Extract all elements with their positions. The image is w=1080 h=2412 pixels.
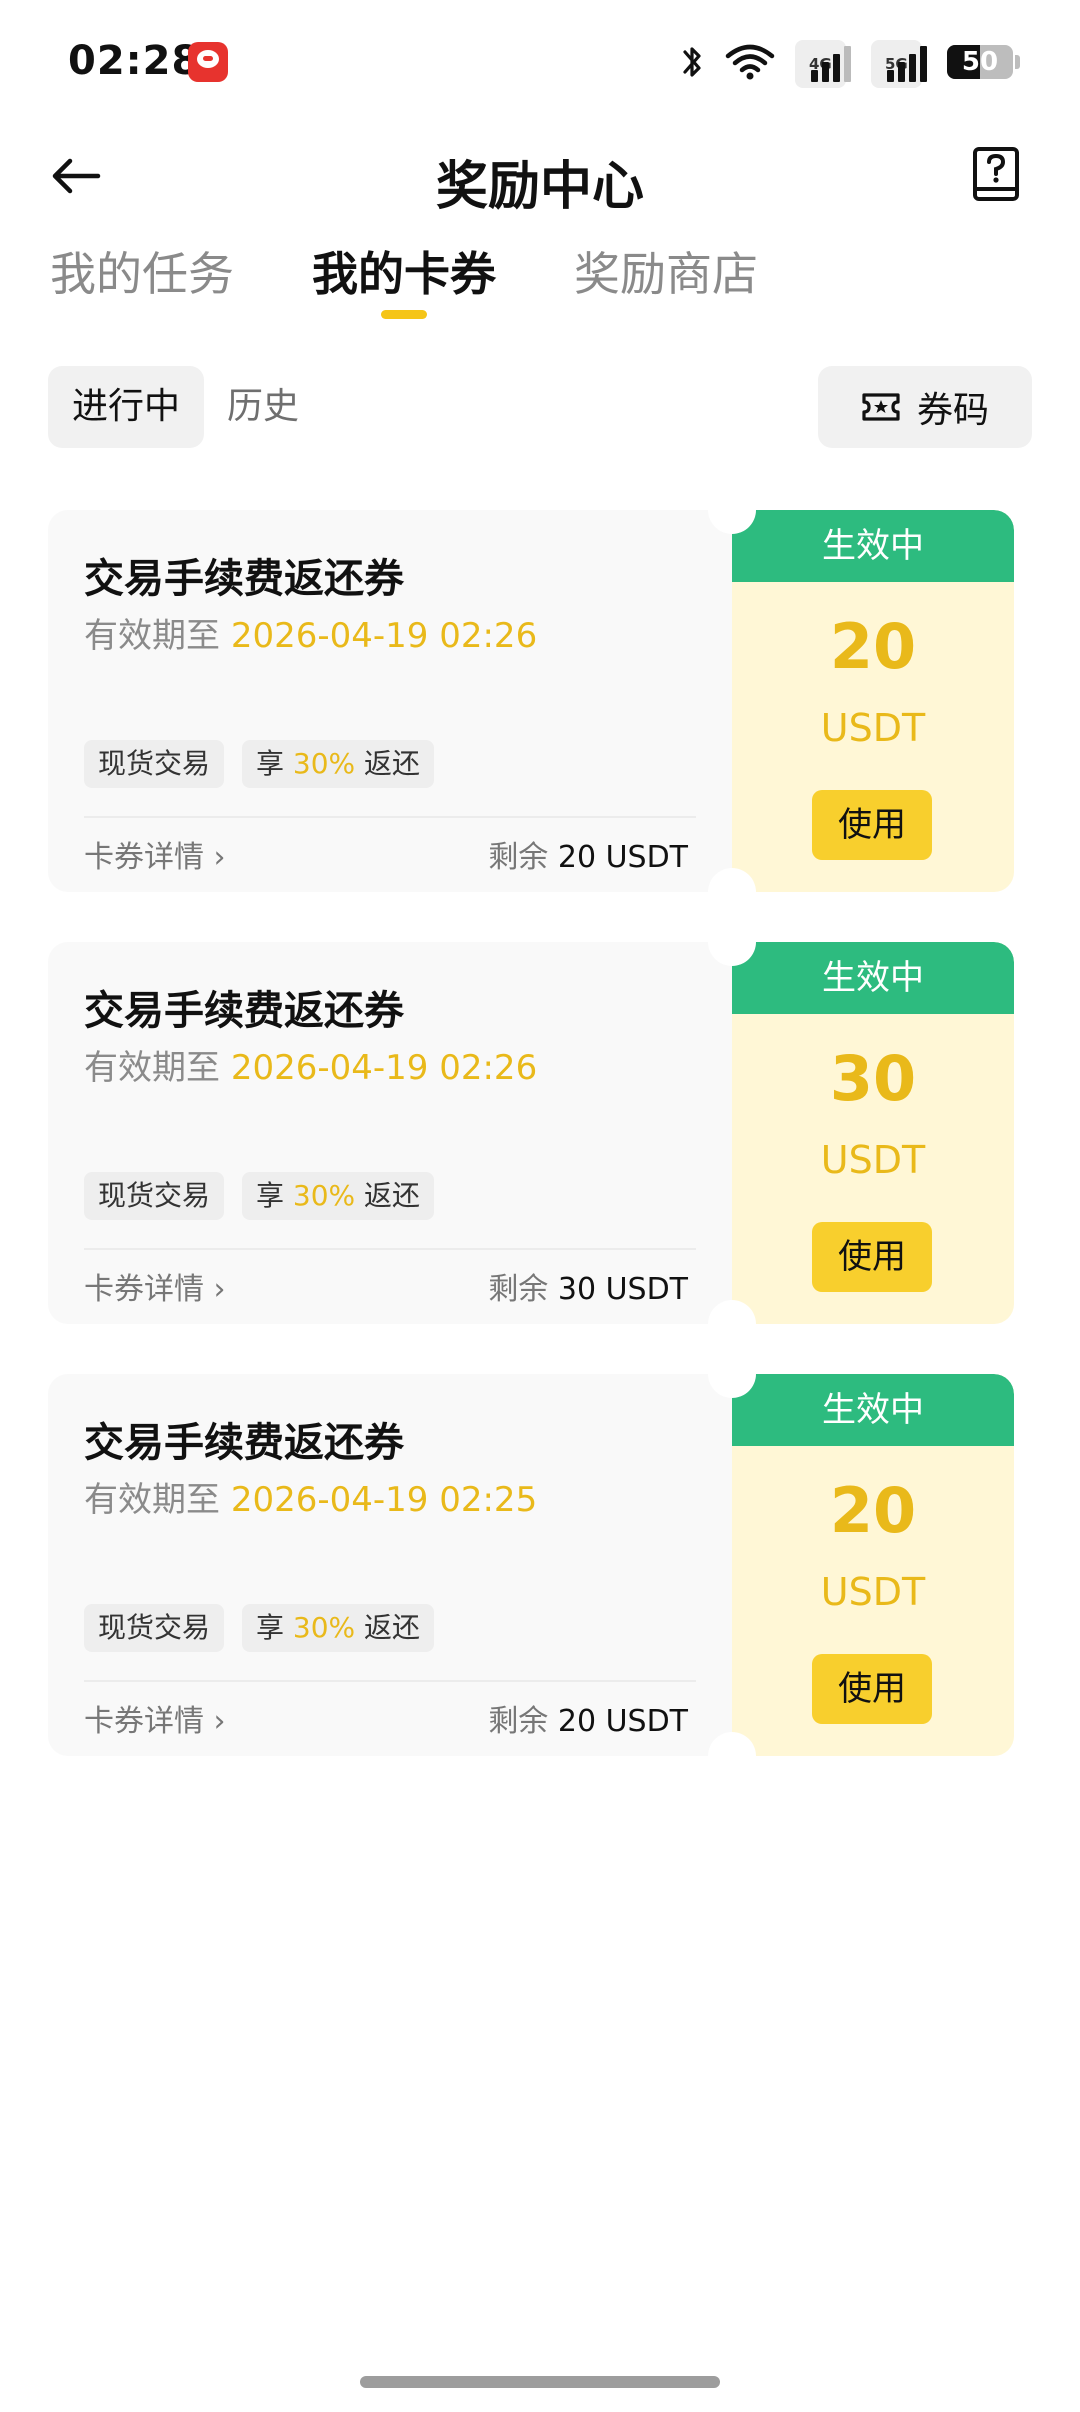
card-notch xyxy=(708,1732,756,1780)
notification-app-icon xyxy=(188,42,228,82)
tag-spot-trading: 现货交易 xyxy=(84,740,225,788)
help-button[interactable] xyxy=(964,142,1028,206)
cellular-signal-1-icon: 4G xyxy=(795,40,851,88)
ticket-star-icon xyxy=(862,393,900,421)
coupon-title: 交易手续费返还券 xyxy=(84,556,404,602)
coupon-expiry-date: 2026-04-19 02:26 xyxy=(230,616,538,656)
card-notch xyxy=(708,868,756,916)
status-time: 02:28 xyxy=(68,38,201,84)
tab-my-tasks[interactable]: 我的任务 xyxy=(50,238,234,304)
coupon-title: 交易手续费返还券 xyxy=(84,1420,404,1466)
coupon-validity: 有效期至 2026-04-19 02:26 xyxy=(84,1048,538,1088)
tab-my-coupons[interactable]: 我的卡券 xyxy=(312,238,496,304)
status-bar: 02:28 4G 5G 50 xyxy=(0,0,1080,120)
tab-reward-store[interactable]: 奖励商店 xyxy=(574,238,758,304)
coupon-tags: 现货交易 享 30% 返还 xyxy=(84,740,435,788)
card-notch xyxy=(708,486,756,534)
use-button[interactable]: 使用 xyxy=(812,1222,932,1292)
coupon-currency: USDT xyxy=(820,1570,926,1614)
coupon-currency: USDT xyxy=(820,1138,926,1182)
coupon-tags: 现货交易 享 30% 返还 xyxy=(84,1604,435,1652)
coupon-amount: 20 xyxy=(829,1474,917,1547)
card-notch xyxy=(708,918,756,966)
bluetooth-icon xyxy=(681,42,705,82)
tab-history[interactable]: 历史 xyxy=(203,366,323,448)
coupon-validity: 有效期至 2026-04-19 02:25 xyxy=(84,1480,538,1520)
coupon-card-body: 交易手续费返还券 有效期至 2026-04-19 02:26 现货交易 享 30… xyxy=(48,942,732,1324)
coupon-card[interactable]: 交易手续费返还券 有效期至 2026-04-19 02:26 现货交易 享 30… xyxy=(48,918,1014,1348)
coupon-currency: USDT xyxy=(820,706,926,750)
divider xyxy=(84,1680,696,1682)
coupon-validity: 有效期至 2026-04-19 02:26 xyxy=(84,616,538,656)
coupon-amount: 30 xyxy=(829,1042,917,1115)
battery-icon: 50 xyxy=(947,45,1013,79)
coupon-tags: 现货交易 享 30% 返还 xyxy=(84,1172,435,1220)
status-icons: 4G 5G 50 xyxy=(681,38,1020,88)
main-tabs: 我的任务 我的卡券 奖励商店 xyxy=(0,238,1080,328)
coupon-value-panel: 生效中 20 USDT 使用 xyxy=(732,1374,1014,1756)
coupon-amount: 20 xyxy=(829,610,917,683)
coupon-remaining: 剩余 20 USDT xyxy=(488,1704,688,1739)
status-badge: 生效中 xyxy=(732,510,1014,582)
tag-rebate: 享 30% 返还 xyxy=(242,740,435,788)
coupon-expiry-date: 2026-04-19 02:26 xyxy=(230,1048,538,1088)
header: 奖励中心 xyxy=(0,120,1080,230)
sub-tabs: 进行中 历史 券码 xyxy=(48,366,1032,450)
coupon-code-button[interactable]: 券码 xyxy=(818,366,1032,448)
tab-in-progress[interactable]: 进行中 xyxy=(48,366,205,448)
question-book-icon xyxy=(973,147,1019,201)
active-tab-indicator xyxy=(381,310,427,319)
coupon-card-body: 交易手续费返还券 有效期至 2026-04-19 02:26 现货交易 享 30… xyxy=(48,510,732,892)
coupon-card[interactable]: 交易手续费返还券 有效期至 2026-04-19 02:26 现货交易 享 30… xyxy=(48,486,1014,916)
coupon-remaining: 剩余 30 USDT xyxy=(488,1272,688,1307)
card-notch xyxy=(708,1300,756,1348)
coupon-card[interactable]: 交易手续费返还券 有效期至 2026-04-19 02:25 现货交易 享 30… xyxy=(48,1350,1014,1780)
divider xyxy=(84,1248,696,1250)
use-button[interactable]: 使用 xyxy=(812,790,932,860)
coupon-remaining: 剩余 20 USDT xyxy=(488,840,688,875)
home-indicator[interactable] xyxy=(360,2376,720,2388)
tag-spot-trading: 现货交易 xyxy=(84,1172,225,1220)
coupon-card-body: 交易手续费返还券 有效期至 2026-04-19 02:25 现货交易 享 30… xyxy=(48,1374,732,1756)
coupon-expiry-date: 2026-04-19 02:25 xyxy=(230,1480,538,1520)
coupon-details-link[interactable]: 卡券详情 › xyxy=(84,832,226,876)
wifi-icon xyxy=(725,42,775,82)
cellular-signal-2-icon: 5G xyxy=(871,40,927,88)
coupon-details-link[interactable]: 卡券详情 › xyxy=(84,1696,226,1740)
status-badge: 生效中 xyxy=(732,1374,1014,1446)
tag-rebate: 享 30% 返还 xyxy=(242,1604,435,1652)
battery-level: 50 xyxy=(961,47,999,77)
card-notch xyxy=(708,1350,756,1398)
page-title: 奖励中心 xyxy=(435,157,644,217)
status-badge: 生效中 xyxy=(732,942,1014,1014)
use-button[interactable]: 使用 xyxy=(812,1654,932,1724)
tag-rebate: 享 30% 返还 xyxy=(242,1172,435,1220)
coupon-code-label: 券码 xyxy=(916,390,989,431)
tag-spot-trading: 现货交易 xyxy=(84,1604,225,1652)
coupon-value-panel: 生效中 20 USDT 使用 xyxy=(732,510,1014,892)
divider xyxy=(84,816,696,818)
coupon-details-link[interactable]: 卡券详情 › xyxy=(84,1264,226,1308)
coupon-title: 交易手续费返还券 xyxy=(84,988,404,1034)
coupon-value-panel: 生效中 30 USDT 使用 xyxy=(732,942,1014,1324)
